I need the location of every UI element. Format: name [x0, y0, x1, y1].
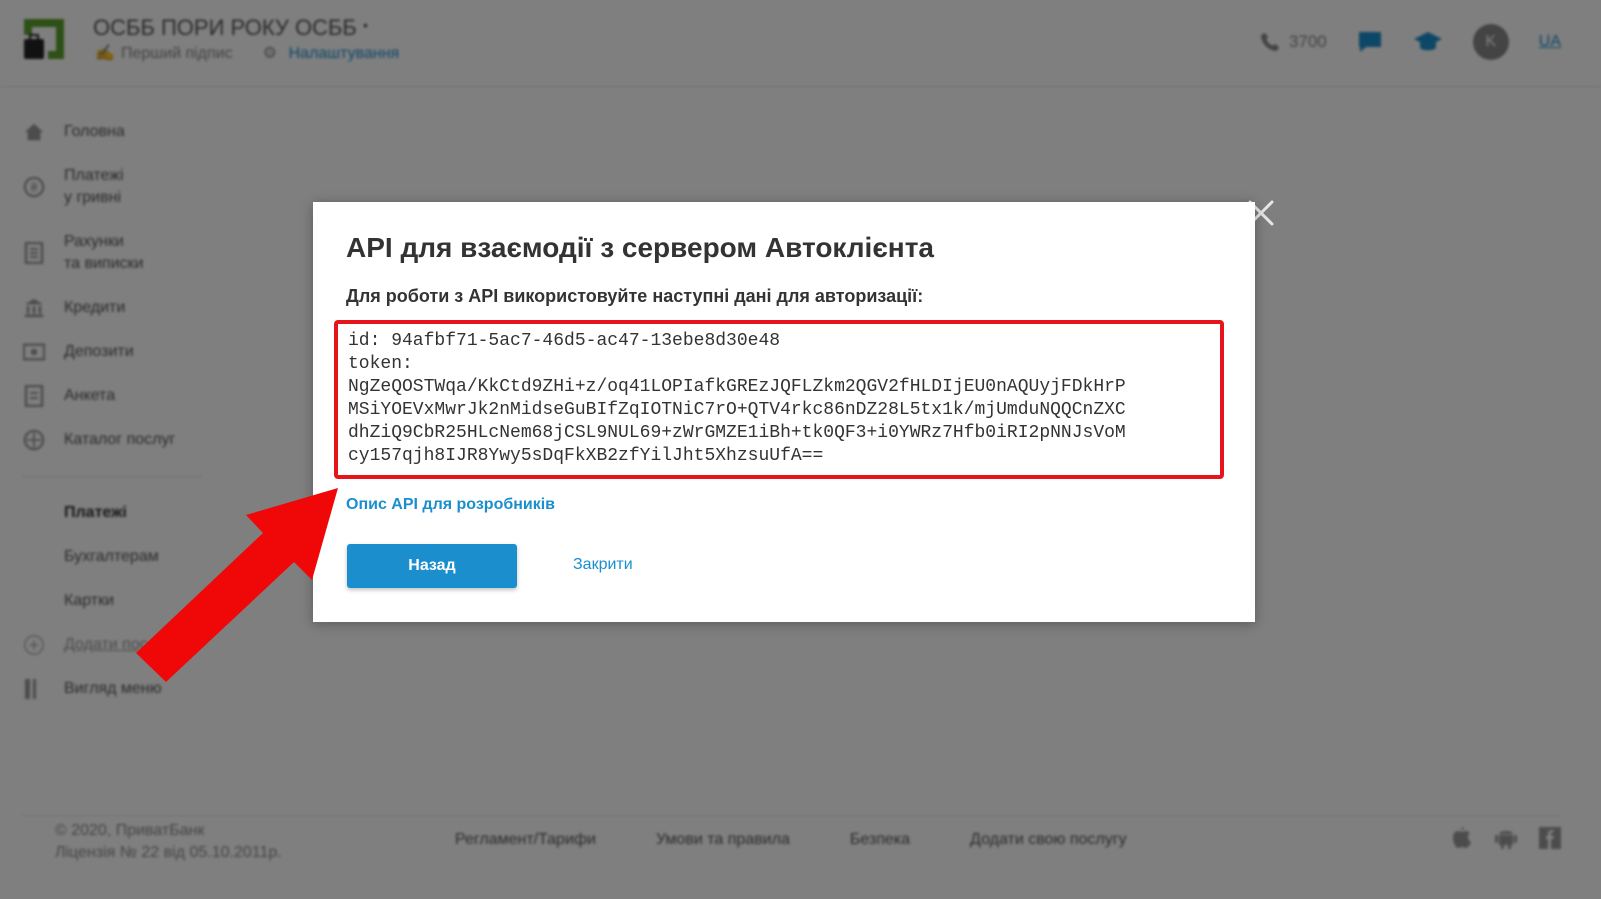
api-docs-link[interactable]: Опис API для розробників — [346, 496, 555, 514]
credentials-box[interactable]: id: 94afbf71-5ac7-46d5-ac47-13ebe8d30e48… — [334, 320, 1224, 479]
api-token-line: cy157qjh8IJR8Ywy5sDqFkXB2zfYilJht5XhzsuU… — [348, 446, 824, 466]
api-token-line: dhZiQ9CbR25HLcNem68jCSL9NUL69+zWrGMZE1iB… — [348, 423, 1126, 443]
red-arrow-annotation — [136, 488, 338, 682]
back-button[interactable]: Назад — [347, 544, 517, 588]
api-token-line: MSiYOEVxMwrJk2nMidseGuBIfZqIOTNiC7rO+QTV… — [348, 400, 1126, 420]
close-button[interactable]: Закрити — [573, 556, 633, 574]
api-token-line: NgZeQOSTWqa/KkCtd9ZHi+z/oq41LOPIafkGREzJ… — [348, 377, 1126, 397]
api-id-line: id: 94afbf71-5ac7-46d5-ac47-13ebe8d30e48 — [348, 331, 781, 351]
dialog-title: API для взаємодії з сервером Автоклієнта — [346, 232, 934, 263]
dialog-subtitle: Для роботи з API використовуйте наступні… — [346, 286, 924, 306]
api-dialog: API для взаємодії з сервером Автоклієнта… — [313, 202, 1255, 622]
api-token-label: token: — [348, 354, 413, 374]
